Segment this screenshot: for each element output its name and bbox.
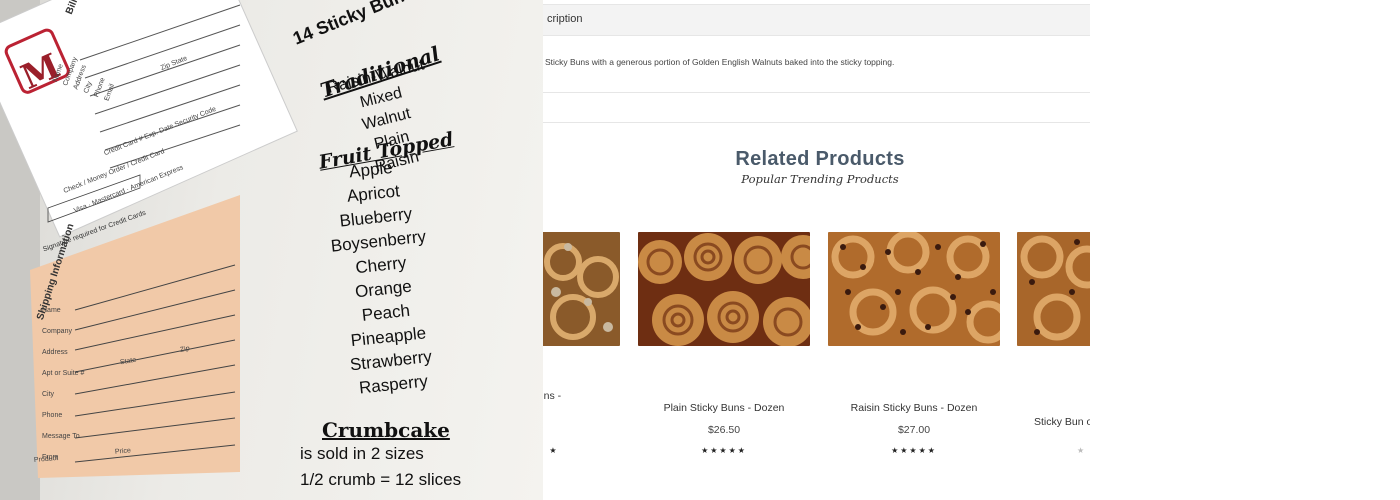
star-rating: ★ bbox=[549, 446, 559, 455]
field-label: Apt or Suite # bbox=[42, 370, 85, 377]
field-label: Company bbox=[42, 328, 72, 335]
divider bbox=[520, 122, 1090, 123]
product-price: $27.00 bbox=[897, 424, 931, 436]
field-label: Address bbox=[42, 349, 68, 356]
product-name[interactable]: Sticky Bun o bbox=[1034, 416, 1090, 428]
star-rating: ★ bbox=[1077, 446, 1085, 455]
field-label: City bbox=[42, 391, 55, 398]
related-products-subtitle: Popular Trending Products bbox=[741, 172, 899, 186]
tab-description[interactable]: cription bbox=[547, 13, 582, 25]
description-tab-bar: cription bbox=[520, 4, 1090, 36]
product-description: Sticky Buns with a generous portion of G… bbox=[545, 57, 895, 67]
related-products-title: Related Products bbox=[735, 148, 905, 170]
field-label: Price bbox=[114, 447, 132, 456]
crumbcake-line-1: is sold in 2 sizes bbox=[300, 444, 424, 463]
product-image[interactable] bbox=[638, 232, 810, 346]
product-image[interactable] bbox=[828, 232, 1000, 346]
star-rating: ★★★★★ bbox=[891, 446, 937, 455]
crumbcake-title: Crumbcake bbox=[322, 418, 450, 442]
star-rating: ★★★★★ bbox=[701, 446, 747, 455]
shipping-field-labels: Name Company Address Apt or Suite # City… bbox=[42, 300, 84, 468]
menu-list-fruit: Apple Apricot Blueberry Boysenberry Cher… bbox=[305, 151, 459, 403]
field-label: Name bbox=[42, 307, 61, 314]
product-card-raisin[interactable]: Raisin Sticky Buns - Dozen $27.00 ★★★★★ bbox=[828, 232, 1000, 455]
product-name[interactable]: Raisin Sticky Buns - Dozen bbox=[828, 402, 1000, 414]
crumbcake-line-2: 1/2 crumb = 12 slices bbox=[300, 470, 462, 489]
field-label: Phone bbox=[42, 412, 63, 419]
product-card-sticky-bun-clip: Sticky Bun o ★ bbox=[1017, 232, 1090, 482]
divider bbox=[520, 92, 1090, 93]
product-image[interactable] bbox=[1017, 232, 1090, 346]
product-card-sticky-bun[interactable] bbox=[1017, 232, 1090, 346]
order-form-photo: M Billing Information Shipping Informati… bbox=[0, 0, 543, 500]
product-name[interactable]: Plain Sticky Buns - Dozen bbox=[638, 402, 810, 414]
field-label: Message To bbox=[42, 433, 80, 440]
product-price: $26.50 bbox=[707, 424, 741, 436]
product-card-plain[interactable]: Plain Sticky Buns - Dozen $26.50 ★★★★★ bbox=[638, 232, 810, 455]
